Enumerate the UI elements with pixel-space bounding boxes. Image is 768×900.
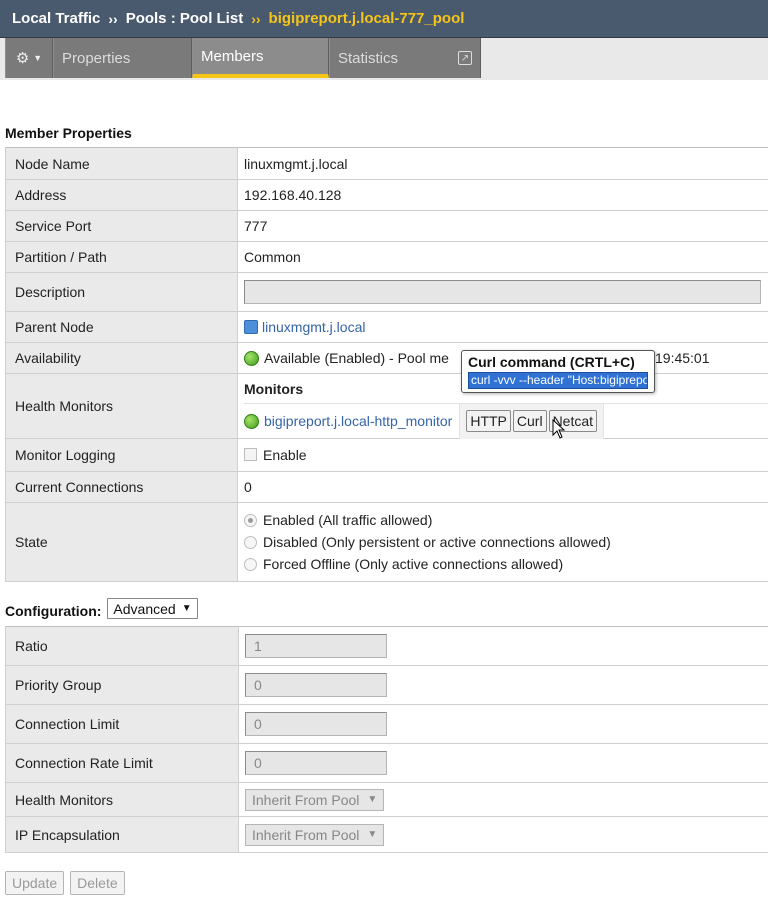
ratio-input[interactable]: 1: [245, 634, 387, 658]
table-row: Parent Node linuxmgmt.j.local: [5, 311, 768, 343]
availability-label: Availability: [5, 342, 238, 374]
tab-bar: ⚙ ▼ Properties Members Statistics ↗: [0, 38, 768, 80]
priority-group-input[interactable]: 0: [245, 673, 387, 697]
action-bar: Update Delete: [5, 871, 125, 895]
availability-time: 19:45:01: [655, 350, 710, 366]
radio-disabled[interactable]: [244, 536, 257, 549]
delete-button[interactable]: Delete: [70, 871, 125, 895]
state-option-disabled[interactable]: Disabled (Only persistent or active conn…: [244, 531, 768, 553]
table-row: Current Connections 0: [5, 471, 768, 503]
table-row: Health Monitors Inherit From Pool ▼: [5, 782, 768, 817]
connection-limit-label: Connection Limit: [5, 704, 239, 744]
config-health-monitors-label: Health Monitors: [5, 782, 239, 817]
tab-members[interactable]: Members: [192, 38, 329, 78]
table-row: State Enabled (All traffic allowed) Disa…: [5, 502, 768, 582]
tab-statistics[interactable]: Statistics ↗: [329, 38, 481, 78]
breadcrumb: Local Traffic ›› Pools : Pool List ›› bi…: [0, 0, 768, 38]
table-row: Node Name linuxmgmt.j.local: [5, 147, 768, 180]
connection-rate-limit-input[interactable]: 0: [245, 751, 387, 775]
address-label: Address: [5, 179, 238, 211]
chevron-down-icon: ▼: [33, 53, 43, 63]
breadcrumb-root[interactable]: Local Traffic: [12, 10, 100, 27]
monitor-logging-label: Monitor Logging: [5, 438, 238, 472]
ratio-label: Ratio: [5, 626, 239, 666]
node-icon: [244, 320, 258, 334]
table-row: IP Encapsulation Inherit From Pool ▼: [5, 816, 768, 853]
gear-icon: ⚙: [15, 50, 30, 67]
popout-icon[interactable]: ↗: [458, 51, 472, 65]
configuration-heading: Configuration:: [5, 603, 102, 619]
partition-value: Common: [237, 241, 768, 273]
table-row: Connection Rate Limit 0: [5, 743, 768, 783]
breadcrumb-current: bigipreport.j.local-777_pool: [268, 10, 465, 27]
curl-command-tooltip: Curl command (CRTL+C) curl -vvv --header…: [461, 350, 655, 393]
tooltip-title: Curl command (CRTL+C): [468, 354, 635, 370]
connection-limit-input[interactable]: 0: [245, 712, 387, 736]
tab-properties[interactable]: Properties: [53, 38, 192, 78]
description-label: Description: [5, 272, 238, 312]
state-option-forced-offline[interactable]: Forced Offline (Only active connections …: [244, 553, 768, 575]
breadcrumb-separator: ››: [251, 10, 261, 27]
table-row: Service Port 777: [5, 210, 768, 242]
table-row: Ratio 1: [5, 626, 768, 666]
tab-strip: ⚙ ▼ Properties Members Statistics ↗: [5, 38, 481, 78]
status-available-icon: [244, 351, 259, 366]
connection-rate-limit-label: Connection Rate Limit: [5, 743, 239, 783]
state-label: State: [5, 502, 238, 582]
chevron-down-icon: ▼: [181, 603, 192, 614]
table-row: Priority Group 0: [5, 665, 768, 705]
curl-test-button[interactable]: Curl: [512, 410, 547, 432]
radio-enabled[interactable]: [244, 514, 257, 527]
monitor-status-icon: [244, 413, 259, 429]
parent-node-link[interactable]: linuxmgmt.j.local: [262, 319, 365, 335]
mouse-cursor-icon: [552, 419, 566, 439]
curl-command-input[interactable]: curl -vvv --header "Host:bigipreport.j.l…: [468, 372, 648, 389]
availability-value: Available (Enabled) - Pool me: [264, 350, 449, 366]
chevron-down-icon: ▼: [367, 794, 378, 805]
ip-encapsulation-label: IP Encapsulation: [5, 816, 239, 853]
service-port-value: 777: [237, 210, 768, 242]
config-health-monitors-select[interactable]: Inherit From Pool ▼: [245, 788, 385, 811]
configuration-table: Ratio 1 Priority Group 0 Connection Limi…: [5, 626, 768, 853]
monitor-logging-checkbox-label: Enable: [263, 447, 307, 463]
tab-statistics-label: Statistics: [338, 49, 399, 67]
current-connections-value: 0: [237, 471, 768, 503]
partition-label: Partition / Path: [5, 241, 238, 273]
monitor-link[interactable]: bigipreport.j.local-http_monitor: [264, 413, 452, 429]
service-port-label: Service Port: [5, 210, 238, 242]
node-name-value: linuxmgmt.j.local: [237, 147, 768, 180]
table-row: Partition / Path Common: [5, 241, 768, 273]
table-row: Connection Limit 0: [5, 704, 768, 744]
configuration-mode-select[interactable]: Advanced ▼: [107, 598, 198, 619]
ip-encapsulation-select[interactable]: Inherit From Pool ▼: [245, 823, 385, 846]
state-option-enabled[interactable]: Enabled (All traffic allowed): [244, 509, 768, 531]
breadcrumb-separator: ››: [108, 10, 118, 27]
breadcrumb-section[interactable]: Pools : Pool List: [126, 10, 244, 27]
settings-menu-button[interactable]: ⚙ ▼: [5, 38, 53, 78]
table-row: Description: [5, 272, 768, 312]
chevron-down-icon: ▼: [367, 829, 378, 840]
parent-node-label: Parent Node: [5, 311, 238, 343]
priority-group-label: Priority Group: [5, 665, 239, 705]
member-properties-heading: Member Properties: [5, 125, 132, 141]
radio-forced-offline[interactable]: [244, 558, 257, 571]
address-value: 192.168.40.128: [237, 179, 768, 211]
http-test-button[interactable]: HTTP: [466, 410, 511, 432]
description-input[interactable]: [244, 280, 761, 304]
current-connections-label: Current Connections: [5, 471, 238, 503]
table-row: Monitor Logging Enable: [5, 438, 768, 472]
table-row: Address 192.168.40.128: [5, 179, 768, 211]
monitor-logging-checkbox[interactable]: [244, 448, 257, 461]
node-name-label: Node Name: [5, 147, 238, 180]
update-button[interactable]: Update: [5, 871, 65, 895]
health-monitors-label: Health Monitors: [5, 373, 238, 439]
